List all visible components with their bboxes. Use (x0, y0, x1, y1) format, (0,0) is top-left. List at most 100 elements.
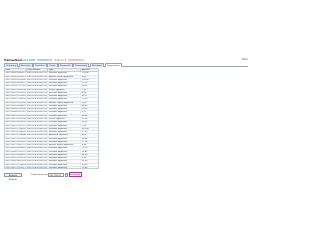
cell-type: Balance inquiry approved (48, 75, 82, 78)
cell-type: Purchase approved (48, 160, 82, 163)
cell-amount: 14.50 (81, 85, 88, 88)
transactions-grid: Date Card Number Type Amount 2017-09-26 09:… (4, 68, 99, 169)
cell-date: 2017-09-26 09:26:40 (5, 78, 27, 82)
cell-amount: 11.25 (81, 140, 88, 143)
cell-card-number: 505-7076-9783-9112 (27, 124, 49, 127)
cell-date: 2017-09-24 12:55:36 (5, 108, 27, 111)
cell-date: 2017-09-20 09:15:03 (5, 160, 27, 163)
cell-type: Purchase approved (48, 91, 82, 95)
cell-type: Purchase approved (48, 108, 82, 111)
cell-amount: 129.00 (81, 72, 89, 75)
cell-date: 2017-09-21 14:27:19 (5, 144, 27, 147)
cell-amount: 72.10 (81, 147, 88, 150)
cell-date: 2017-09-22 11:06:48 (5, 134, 27, 137)
cell-date: 2017-09-22 15:40:20 (5, 131, 27, 134)
cell-type: Purchase approved (48, 111, 82, 114)
grid-body[interactable]: 2017-09-26 09:41:57 505-7076-9783-9112 Pur… (5, 72, 98, 169)
column-header-type[interactable]: Type (48, 69, 82, 72)
cell-card-number: 505-7076-9783-9112 (27, 150, 49, 153)
cell-amount: 44.60 (81, 104, 88, 107)
cell-amount: 54.00 (81, 153, 88, 156)
column-header-amount[interactable]: Amount (81, 69, 98, 71)
cell-amount: 4.00 (81, 134, 87, 137)
reload-status-button[interactable]: Reloading... (69, 172, 82, 178)
cell-date: 2017-09-25 10:29:45 (5, 101, 27, 104)
tab-transactions[interactable]: Transactions (104, 62, 123, 67)
cell-type: Purchase approved (48, 121, 82, 124)
cell-amount: 12.00 (81, 118, 88, 121)
tab-messages[interactable]: Messages (89, 62, 105, 67)
cell-card-number: 505-7076-9783-9112 (27, 104, 49, 108)
cell-amount: 6.50 (81, 157, 87, 160)
cell-date: 2017-09-23 16:39:09 (5, 121, 27, 124)
tab-summary[interactable]: Summary (4, 62, 19, 67)
tab-payments[interactable]: Payments (57, 62, 73, 67)
cell-amount: 21.99 (81, 160, 88, 163)
cell-card-number: 505-7076-9783-9112 (27, 140, 49, 144)
cell-amount: 30.00 (81, 108, 88, 111)
cell-type: Purchase approved (48, 147, 82, 150)
cell-amount: 15.60 (81, 167, 88, 169)
cell-date: 2017-09-22 17:58:33 (5, 127, 27, 131)
cell-card-number: 505-7076-9783-9112 (27, 118, 49, 121)
cell-type: Purchase approved (48, 127, 82, 131)
cell-amount: 23.15 (81, 121, 88, 124)
cell-card-number: 505-7076-9783-9112 (27, 127, 49, 131)
cell-date: 2017-09-25 16:52:08 (5, 88, 27, 91)
cell-date: 2017-09-25 16:32:16 (5, 91, 27, 95)
cell-date: 2017-09-20 19:22:37 (5, 150, 27, 153)
account-link[interactable]: Rod-6899 - 0000000071 (24, 59, 53, 62)
cell-date: 2017-09-20 16:08:14 (5, 153, 27, 157)
cell-card-number: 505-7076-9783-9112 (27, 157, 49, 160)
column-header-card-number[interactable]: Card Number (27, 69, 49, 72)
cell-date: 2017-09-24 10:13:22 (5, 111, 27, 114)
cell-type: Balance inquiry approved (48, 101, 82, 104)
cell-card-number: 505-7076-9783-9112 (27, 101, 49, 104)
cell-card-number: 505-7076-9783-9112 (27, 95, 49, 98)
cell-amount: 7.25 (81, 88, 87, 91)
cell-amount: 19.50 (81, 98, 88, 101)
cell-amount: 88.40 (81, 114, 88, 117)
cell-date: 2017-09-19 13:02:11 (5, 167, 27, 169)
cell-card-number: 505-7076-9783-9112 (27, 131, 49, 134)
cell-card-number: 505-7076-9783-9112 (27, 88, 49, 91)
cell-card-number: 505-7076-9783-9112 (27, 111, 49, 114)
cell-card-number: 505-7076-9783-9112 (27, 160, 49, 163)
tab-strip: Summary Accounts Transfers Cards Payments Sta… (4, 62, 248, 67)
tab-transfers[interactable]: Transfers (33, 62, 47, 67)
cell-type: Purchase approved (48, 78, 82, 82)
cell-date: 2017-09-23 13:21:57 (5, 124, 27, 127)
refresh-button[interactable]: Request Refresh (4, 172, 22, 181)
cell-card-number: 505-7076-9783-9112 (27, 121, 49, 124)
cell-date: 2017-09-26 09:41:57 (5, 72, 27, 75)
cell-type: Additional approved (48, 134, 82, 137)
cell-type: Balance inquiry approved (48, 144, 82, 147)
transactions-window: Transactions Rod-6899 - 0000000071 (Tria… (4, 58, 248, 182)
cell-amount: 40.00 (81, 163, 88, 166)
back-link[interactable]: Back (242, 58, 248, 61)
cell-date: 2017-09-23 18:02:44 (5, 118, 27, 121)
date-input[interactable]: 2017/09/19 (48, 172, 64, 177)
cell-card-number: 505-7076-9783-9112 (27, 114, 49, 118)
cell-card-number: 505-7076-9783-9112 (27, 144, 49, 147)
cell-date: 2017-09-21 20:14:05 (5, 137, 27, 140)
column-header-date[interactable]: Date (5, 69, 27, 72)
cell-amount: 9.99 (81, 124, 87, 127)
cell-card-number: 505-7076-9783-9112 (27, 82, 49, 85)
cell-type: Purchase approved (48, 72, 82, 75)
tab-accounts[interactable]: Accounts (18, 62, 33, 67)
cell-date: 2017-09-25 17:27:41 (5, 85, 27, 88)
tab-cards[interactable]: Cards (47, 62, 58, 67)
cell-card-number: 505-7076-9783-9112 (27, 108, 49, 111)
cell-date: 2017-09-25 11:41:30 (5, 98, 27, 101)
cell-type: Purchase approved (48, 85, 82, 88)
table-row[interactable]: 2017-09-19 13:02:11 505-7076-9783-9112 Pur… (5, 167, 98, 169)
cell-amount: 18.45 (81, 150, 88, 153)
cell-date: 2017-09-23 19:47:18 (5, 114, 27, 118)
cell-card-number: 505-7076-9783-9112 (27, 72, 49, 75)
cell-card-number: 505-7076-9783-9112 (27, 163, 49, 166)
cell-date: 2017-09-26 09:39:13 (5, 75, 27, 78)
date-picker-button[interactable]: ... (65, 172, 68, 177)
tab-statements[interactable]: Statements (72, 62, 90, 67)
cell-card-number: 505-7076-9783-9112 (27, 85, 49, 88)
